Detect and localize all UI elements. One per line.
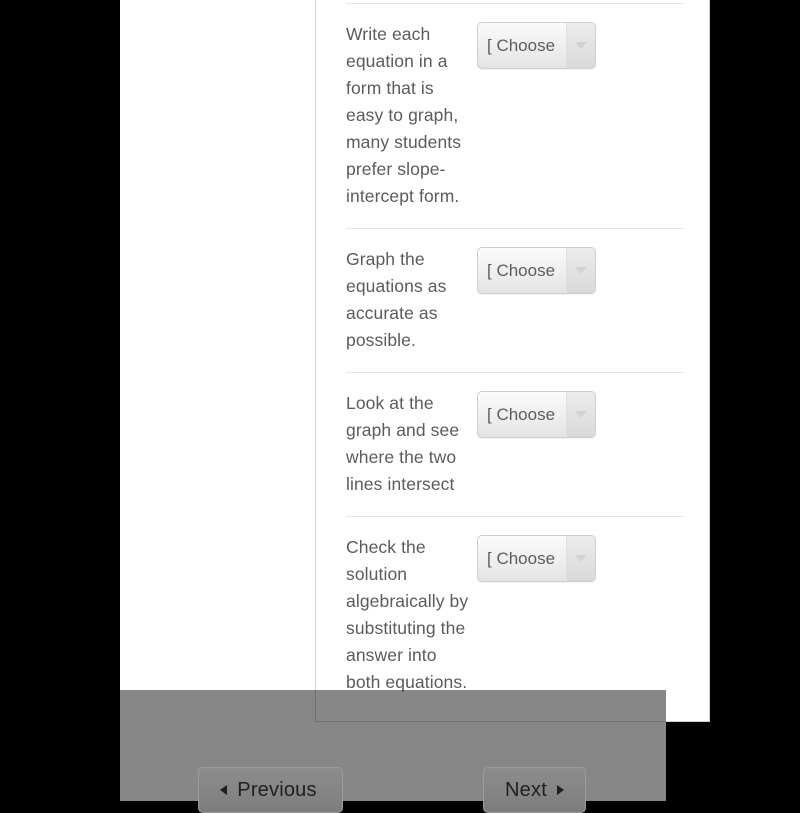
- question-list: Write each equation in a form that is ea…: [346, 3, 683, 714]
- chevron-down-glyph: [575, 555, 587, 562]
- question-answer: [ Choose: [477, 534, 596, 582]
- arrow-right-icon: [556, 785, 564, 795]
- letterbox-left: [0, 0, 120, 801]
- chevron-down-glyph: [575, 411, 587, 418]
- question-prompt: Look at the graph and see where the two …: [346, 393, 460, 494]
- answer-dropdown[interactable]: [ Choose: [477, 247, 596, 294]
- question-prompt: Graph the equations as accurate as possi…: [346, 249, 447, 350]
- question-row: Check the solution algebraically by subs…: [346, 517, 683, 714]
- chevron-down-icon[interactable]: [566, 23, 595, 68]
- answer-dropdown-label: [ Choose: [487, 548, 556, 568]
- question-answer: [ Choose: [477, 21, 596, 69]
- answer-dropdown-label: [ Choose: [487, 404, 556, 424]
- chevron-down-glyph: [575, 267, 587, 274]
- chevron-down-icon[interactable]: [566, 392, 595, 437]
- next-button-label: Next: [505, 778, 547, 801]
- chevron-down-glyph: [575, 42, 587, 49]
- quiz-navigation-bar: Previous Next: [120, 690, 666, 813]
- answer-dropdown-label: [ Choose: [487, 35, 556, 55]
- answer-dropdown[interactable]: [ Choose: [477, 535, 596, 582]
- arrow-left-icon: [220, 785, 228, 795]
- answer-dropdown-label: [ Choose: [487, 260, 556, 280]
- question-row: Look at the graph and see where the two …: [346, 373, 683, 516]
- answer-dropdown[interactable]: [ Choose: [477, 22, 596, 69]
- question-prompt: Check the solution algebraically by subs…: [346, 537, 469, 692]
- question-row: Write each equation in a form that is ea…: [346, 4, 683, 228]
- previous-button[interactable]: Previous: [198, 767, 343, 813]
- quiz-panel: Write each equation in a form that is ea…: [315, 0, 710, 722]
- chevron-down-icon[interactable]: [566, 536, 595, 581]
- chevron-down-icon[interactable]: [566, 248, 595, 293]
- next-button[interactable]: Next: [483, 767, 586, 813]
- question-answer: [ Choose: [477, 390, 596, 438]
- answer-dropdown[interactable]: [ Choose: [477, 391, 596, 438]
- previous-button-label: Previous: [237, 778, 317, 801]
- question-answer: [ Choose: [477, 246, 596, 294]
- page-viewport: Write each equation in a form that is ea…: [120, 0, 710, 801]
- question-prompt: Write each equation in a form that is ea…: [346, 24, 462, 206]
- question-row: Graph the equations as accurate as possi…: [346, 229, 683, 372]
